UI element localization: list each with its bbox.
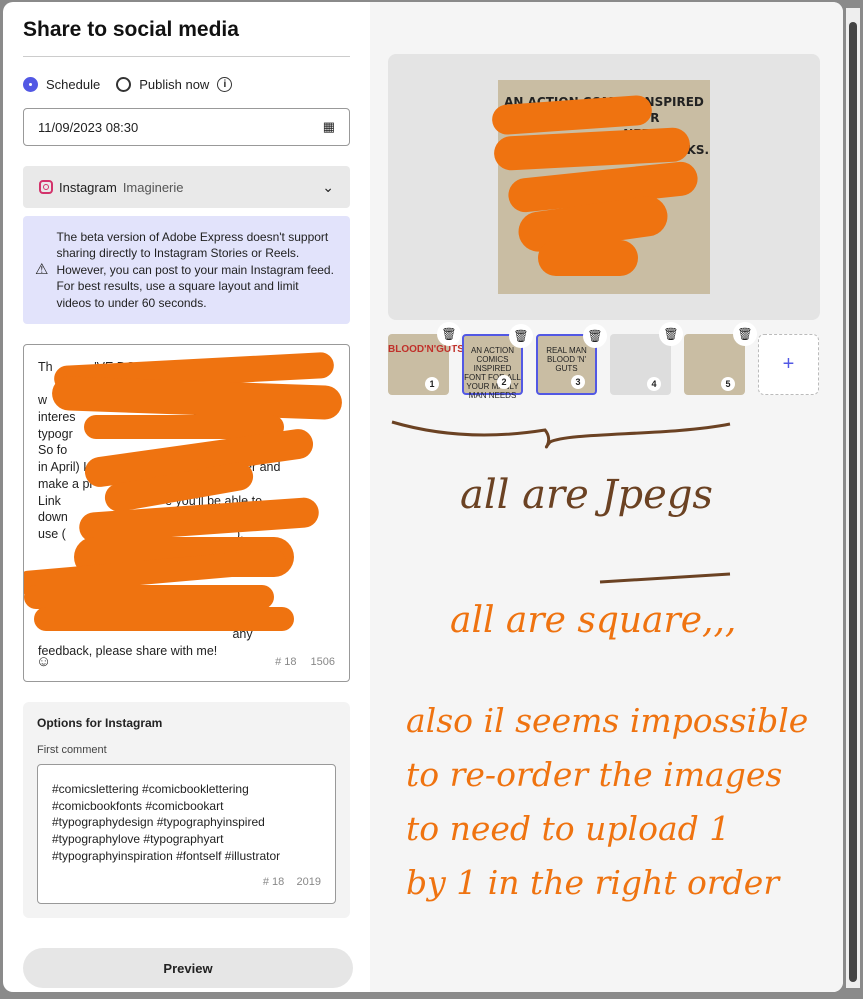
options-title: Options for Instagram xyxy=(37,716,163,730)
media-panel: AN ACTION COMICS INSPIREDFONT FOR R NEED… xyxy=(370,2,843,992)
instagram-options: Options for Instagram First comment #com… xyxy=(23,702,350,918)
trash-icon[interactable]: 🗑 xyxy=(659,322,683,346)
annotation-jpegs: all are Jpegs xyxy=(460,472,713,518)
publish-now-radio[interactable] xyxy=(116,77,132,92)
thumbnail-number: 2 xyxy=(497,375,511,389)
poster-image: AN ACTION COMICS INSPIREDFONT FOR R NEED… xyxy=(491,80,710,294)
trash-icon[interactable]: 🗑 xyxy=(437,322,461,346)
date-time-field[interactable]: 11/09/2023 08:30 ▦ xyxy=(23,108,350,146)
schedule-label[interactable]: Schedule xyxy=(46,77,100,92)
thumbnail[interactable]: BLOOD'N'GUTS 1 🗑 xyxy=(388,322,464,395)
annotation-line: by 1 in the right order xyxy=(406,863,780,902)
scrollbar[interactable] xyxy=(846,8,860,988)
trash-icon[interactable]: 🗑 xyxy=(583,324,607,348)
thumbnail-number: 3 xyxy=(571,375,585,389)
annotation-reorder: also il seems impossible to re-order the … xyxy=(406,694,808,910)
publish-now-label[interactable]: Publish now xyxy=(139,77,209,92)
plus-icon: + xyxy=(782,353,795,375)
first-comment-label: First comment xyxy=(37,744,107,756)
schedule-radio[interactable] xyxy=(23,77,38,92)
dialog-title: Share to social media xyxy=(23,18,350,57)
caption-footer: ☺ # 18 1506 xyxy=(36,654,335,671)
info-icon[interactable]: i xyxy=(217,77,233,92)
warning-icon: ⚠ xyxy=(35,260,49,278)
publish-mode: Schedule Publish now i xyxy=(23,77,350,92)
thumbnail-strip: BLOOD'N'GUTS 1 🗑 AN ACTION COMICS INSPIRED … xyxy=(388,322,819,400)
caption-textarea[interactable]: Th 'VE DO font is now available onwinter… xyxy=(23,344,350,682)
caption-hashtag-count: # 18 xyxy=(275,656,297,669)
thumbnail-number: 1 xyxy=(425,377,439,391)
thumbnail-text: REAL MAN BLOOD 'N' GUTS xyxy=(546,346,587,373)
thumbnail[interactable]: REAL MAN BLOOD 'N' GUTS 3 🗑 xyxy=(536,324,607,395)
settings-panel: Share to social media Schedule Publish n… xyxy=(3,2,370,992)
thumbnail-number: 4 xyxy=(647,377,661,391)
annotation-brace xyxy=(391,420,731,449)
account-name: Imaginerie xyxy=(122,179,184,195)
account-platform: Instagram xyxy=(59,179,117,195)
preview-button[interactable]: Preview xyxy=(23,948,353,988)
instagram-icon xyxy=(39,180,53,194)
annotation-line: to re-order the images xyxy=(406,755,783,794)
notice-text: The beta version of Adobe Express doesn'… xyxy=(56,229,334,310)
comment-char-count: 2019 xyxy=(296,876,321,889)
thumbnail-text: BLOOD'N'GUTS xyxy=(388,344,464,355)
caption-char-count: 1506 xyxy=(310,656,335,669)
annotation-line: to need to upload 1 xyxy=(406,809,731,848)
comment-hashtag-count: # 18 xyxy=(262,876,285,889)
first-comment-textarea[interactable]: #comicslettering #comicbooklettering #co… xyxy=(37,764,336,904)
annotation-square: all are square,,, xyxy=(450,600,737,641)
first-comment-text: #comicslettering #comicbooklettering #co… xyxy=(52,782,281,863)
account-dropdown[interactable]: Instagram Imaginerie ⌄ xyxy=(23,166,350,208)
trash-icon[interactable]: 🗑 xyxy=(733,322,757,346)
date-value: 11/09/2023 08:30 xyxy=(38,119,139,135)
emoji-icon[interactable]: ☺ xyxy=(36,654,51,671)
calendar-icon[interactable]: ▦ xyxy=(323,119,335,135)
share-dialog: Share to social media Schedule Publish n… xyxy=(3,2,843,992)
instagram-notice: ⚠ The beta version of Adobe Express does… xyxy=(23,216,350,324)
thumbnail[interactable]: AN ACTION COMICS INSPIRED FONT FOR ALL Y… xyxy=(462,324,533,400)
annotation-line: also il seems impossible xyxy=(406,701,809,740)
image-preview: AN ACTION COMICS INSPIREDFONT FOR R NEED… xyxy=(388,54,820,320)
trash-icon[interactable]: 🗑 xyxy=(509,324,533,348)
chevron-down-icon: ⌄ xyxy=(322,178,334,195)
thumbnail-number: 5 xyxy=(721,377,735,391)
annotation-underline xyxy=(599,572,731,584)
add-image-button[interactable]: + xyxy=(758,334,819,395)
thumbnail[interactable]: 5 🗑 xyxy=(684,322,757,395)
thumbnail[interactable]: 4 🗑 xyxy=(610,322,683,395)
thumbnail-text: AN ACTION COMICS INSPIRED FONT FOR ALL Y… xyxy=(464,346,521,400)
